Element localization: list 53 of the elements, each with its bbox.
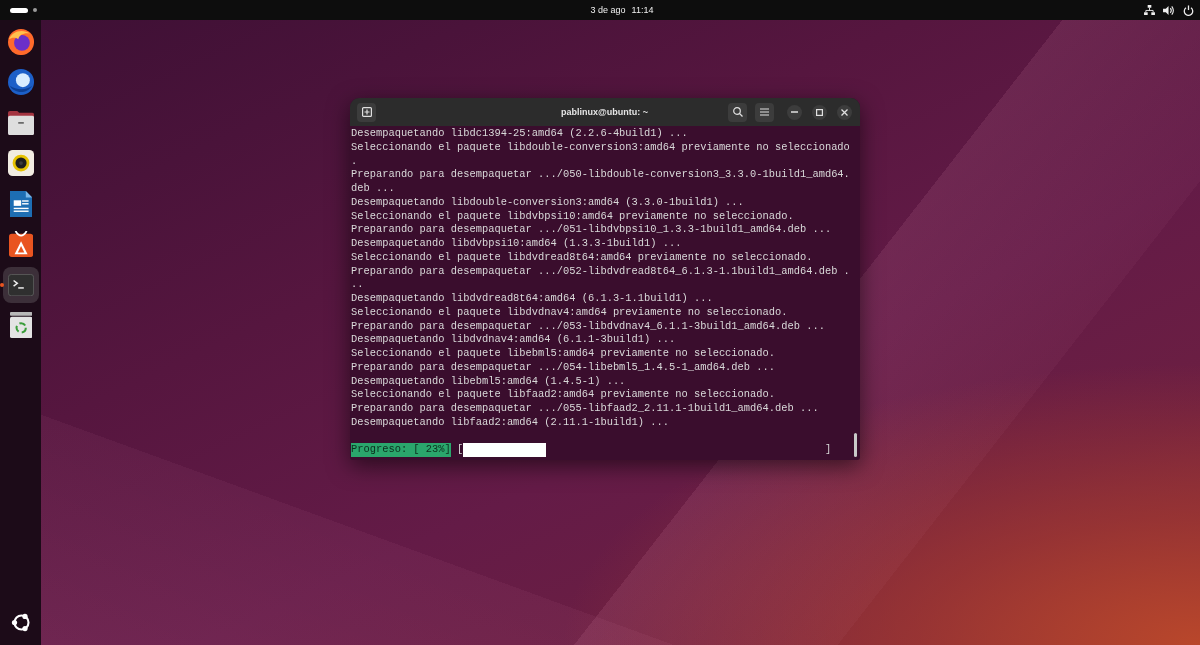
progress-label: Progreso: [ 23%]: [351, 443, 451, 457]
terminal-line: Preparando para desempaquetar .../054-libebml5_1.4.5-1_amd64.deb ...: [351, 360, 776, 375]
minimize-button[interactable]: [787, 104, 802, 120]
power-icon[interactable]: [1183, 4, 1194, 16]
terminal-line: Desempaquetando libdc1394-25:amd64 (2.2.6-4build1) ...: [351, 127, 689, 141]
clock-button[interactable]: 3 de ago 11:14: [587, 4, 657, 16]
terminal-line: Seleccionando el paquete libdvbpsi10:amd64 previamente no seleccionado.: [351, 209, 795, 224]
minimize-icon: [791, 111, 798, 113]
close-button[interactable]: [837, 104, 852, 120]
volume-icon[interactable]: [1163, 4, 1175, 16]
terminal-line: Preparando para desempaquetar .../051-libdvbpsi10_1.3.3-1build1_amd64.deb ...: [351, 223, 833, 237]
progress-bracket: [: [457, 443, 464, 457]
terminal-line: .: [351, 154, 359, 169]
orb-icon: [8, 69, 34, 96]
terminal-line: deb ...: [351, 182, 396, 196]
terminal-line: Desempaquetando libdvbpsi10:amd64 (1.3.3-1build1) ...: [351, 237, 683, 251]
terminal-line: Preparando para desempaquetar .../055-libfaad2_2.11.1-1build1_amd64.deb ...: [351, 402, 820, 416]
globe-icon: [8, 29, 34, 55]
trash-icon: [9, 312, 33, 339]
terminal-line: Desempaquetando libebml5:amd64 (1.4.5-1) ...: [351, 374, 627, 389]
scrollbar[interactable]: [854, 433, 857, 457]
workspace-icon[interactable]: [10, 7, 28, 13]
new-tab-button[interactable]: [357, 102, 376, 122]
progress-bracket: ]: [824, 443, 832, 457]
menu-button[interactable]: [755, 102, 774, 122]
terminal-line: Seleccionando el paquete libfaad2:amd64 previamente no seleccionado.: [351, 388, 776, 402]
terminal-line: Seleccionando el paquete libdvdread8t64:amd64 previamente no seleccionado.: [351, 250, 814, 265]
terminal-line: Desempaquetando libdvdnav4:amd64 (6.1.1-3build1) ...: [351, 333, 677, 347]
terminal-line: Preparando para desempaquetar .../050-libdouble-conversion3_3.3.0-1build1_amd64.: [351, 168, 851, 182]
terminal-line: Desempaquetando libdouble-conversion3:amd64 (3.3.0-1build1) ...: [351, 195, 745, 210]
window-title: pablinux@ubuntu: ~: [561, 107, 648, 117]
folder-icon: [8, 110, 34, 136]
maximize-icon: [816, 108, 823, 116]
terminal-line: Seleccionando el paquete libdouble-conversion3:amd64 previamente no seleccionado: [351, 140, 851, 155]
document-icon: [9, 191, 33, 217]
terminal-line: Preparando para desempaquetar .../053-libdvdnav4_6.1.1-3build1_amd64.deb ...: [351, 319, 826, 334]
terminal-line: ..: [351, 278, 365, 292]
terminal-line: Seleccionando el paquete libdvdnav4:amd64 previamente no seleccionado.: [351, 305, 789, 320]
terminal-icon: [8, 273, 34, 297]
terminal-line: Preparando para desempaquetar .../052-libdvdread8t64_6.1.3-1.1build1_amd64.deb .: [351, 264, 851, 279]
network-icon[interactable]: [1144, 5, 1155, 15]
maximize-button[interactable]: [812, 104, 827, 120]
terminal-line: Desempaquetando libdvdread8t64:amd64 (6.1.3-1.1build1) ...: [351, 292, 714, 306]
ring-icon: [10, 611, 32, 633]
menu-icon: [760, 108, 769, 116]
speaker-icon: [8, 150, 34, 177]
terminal-line: Seleccionando el paquete libebml5:amd64 previamente no seleccionado.: [351, 347, 776, 361]
search-icon: [732, 107, 743, 117]
close-icon: [841, 108, 848, 116]
terminal-line: Desempaquetando libfaad2:amd64 (2.11.1-1build1) ...: [351, 415, 670, 430]
plus-square-icon: [361, 107, 372, 117]
search-button[interactable]: [728, 102, 747, 122]
bag-icon: [8, 231, 34, 258]
